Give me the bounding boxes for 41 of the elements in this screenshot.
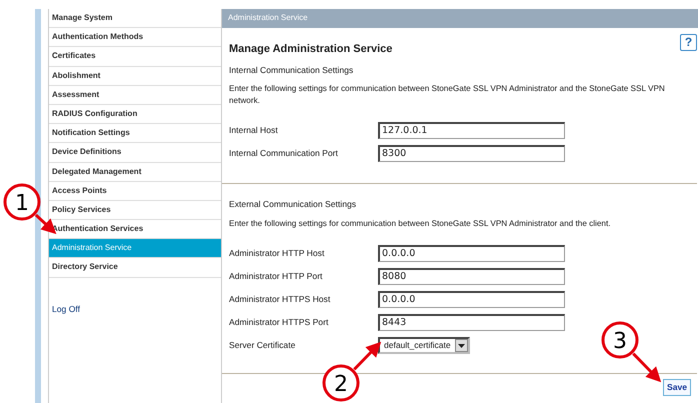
field-label: Administrator HTTP Host [229,247,326,260]
input-field[interactable]: 8080 [378,268,565,286]
sidebar-item[interactable]: Certificates [49,47,221,67]
input-field[interactable]: 127.0.0.1 [378,122,565,140]
certificate-dropdown[interactable]: default_certificate [378,337,470,354]
field-label: Internal Host [229,124,279,138]
sidebar-item[interactable]: Manage System [49,9,221,28]
field-label: Server Certificate [229,339,296,352]
dropdown-arrow-icon [458,344,465,348]
log-off-link[interactable]: Log Off [52,302,80,316]
input-field[interactable]: 0.0.0.0 [378,291,565,308]
input-field[interactable]: 8300 [378,145,565,162]
field-label: Internal Communication Port [229,147,339,160]
field-label: Administrator HTTPS Host [229,293,332,306]
sidebar-item[interactable]: Policy Services [49,200,221,220]
field-label: Administrator HTTP Port [229,270,324,284]
sidebar-item[interactable]: Directory Service [49,258,221,278]
section-heading: External Communication Settings [229,198,358,212]
sidebar-item[interactable]: Assessment [49,86,221,105]
sidebar-item[interactable]: Notification Settings [49,124,221,144]
callout-arrow [632,352,662,382]
callout-marker: 3 [602,322,638,358]
field-label: Administrator HTTPS Port [229,316,330,330]
sidebar-item[interactable]: Access Points [49,182,221,201]
section-description: Enter the following settings for communication between StoneGate SSL VPN Administrator and the client. [229,218,612,230]
sidebar-item[interactable]: Device Definitions [49,143,221,162]
panel-header: Administration Service [222,9,698,28]
sidebar-item[interactable]: Abolishment [49,66,221,86]
section-heading: Internal Communication Settings [229,64,354,76]
callout-arrow [353,342,382,370]
callout-marker: 1 [4,184,40,220]
section-description: Enter the following settings for communication between StoneGate SSL VPN Administrator and the StoneGate SSL VPN network. [229,83,666,108]
save-button[interactable]: Save [663,379,692,396]
sidebar-item[interactable]: RADIUS Configuration [49,104,221,124]
help-button[interactable]: ? [680,34,697,51]
callout-marker: 2 [322,364,360,402]
input-field[interactable]: 0.0.0.0 [378,245,565,262]
page-title: Manage Administration Service [229,42,392,57]
sidebar-item[interactable]: Authentication Methods [49,28,221,48]
sidebar-item[interactable]: Delegated Management [49,162,221,182]
input-field[interactable]: 8443 [378,314,565,332]
